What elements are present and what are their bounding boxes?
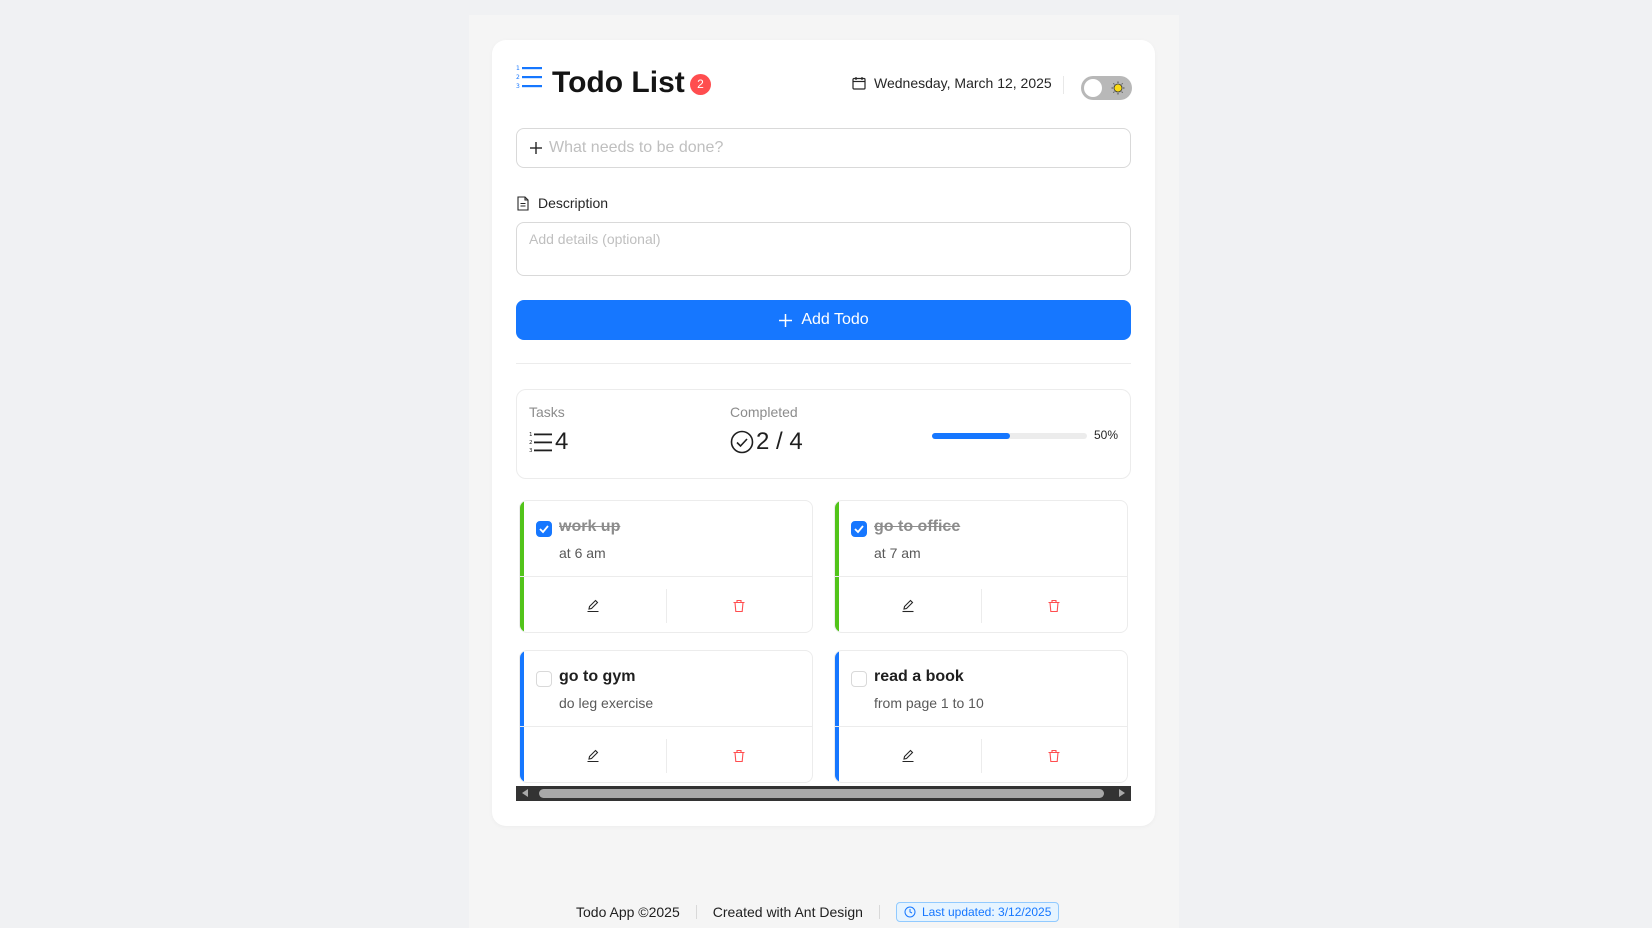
edit-icon: [902, 749, 914, 762]
date-display: Wednesday, March 12, 2025: [852, 75, 1052, 91]
edit-button[interactable]: [835, 727, 981, 782]
theme-toggle[interactable]: [1081, 76, 1132, 100]
delete-button[interactable]: [666, 577, 812, 632]
svg-text:3: 3: [529, 448, 533, 454]
horizontal-scrollbar[interactable]: [516, 786, 1131, 801]
plus-icon: [530, 142, 542, 154]
todo-checkbox[interactable]: [851, 521, 867, 537]
stats-panel: Tasks 1 2 3 4 Completed 2 / 4 50%: [516, 389, 1131, 479]
edit-button[interactable]: [835, 577, 981, 632]
todo-title: go to gym: [559, 668, 636, 685]
todo-actions: [520, 726, 812, 782]
todo-description: at 7 am: [874, 545, 921, 561]
svg-text:1: 1: [516, 65, 520, 72]
description-textarea[interactable]: [516, 222, 1131, 276]
todo-item: work up at 6 am: [519, 500, 813, 633]
todo-checkbox[interactable]: [851, 671, 867, 687]
todo-description: from page 1 to 10: [874, 695, 984, 711]
delete-button[interactable]: [981, 577, 1127, 632]
calendar-icon: [852, 77, 866, 90]
stat-completed-value: 2 / 4: [756, 428, 803, 455]
clock-icon: [904, 906, 916, 918]
stat-completed-label: Completed: [730, 404, 798, 420]
footer-divider: [695, 905, 697, 919]
todo-actions: [835, 726, 1127, 782]
footer-copyright: Todo App ©2025: [576, 904, 680, 920]
edit-button[interactable]: [520, 727, 666, 782]
footer-divider: [878, 905, 880, 919]
description-label: Description: [516, 195, 608, 211]
section-divider: [516, 363, 1131, 364]
footer: Todo App ©2025 Created with Ant Design L…: [576, 902, 1060, 922]
todo-description: do leg exercise: [559, 695, 654, 711]
todo-title: work up: [559, 518, 621, 535]
svg-text:3: 3: [516, 83, 520, 90]
delete-button[interactable]: [666, 727, 812, 782]
add-todo-button[interactable]: Add Todo: [516, 300, 1131, 340]
todo-description: at 6 am: [559, 545, 606, 561]
stat-tasks-label: Tasks: [529, 404, 565, 420]
todo-grid: work up at 6 am go to office at 7 am go …: [519, 500, 1128, 783]
check-icon: [854, 525, 864, 534]
stat-tasks: Tasks 1 2 3 4: [529, 404, 568, 456]
edit-icon: [587, 749, 599, 762]
todo-title-input[interactable]: [549, 139, 1109, 157]
scroll-right-arrow[interactable]: [1119, 789, 1125, 797]
progress-bar: [932, 433, 1087, 439]
todo-item: read a book from page 1 to 10: [834, 650, 1128, 783]
edit-button[interactable]: [520, 577, 666, 632]
todo-actions: [835, 576, 1127, 632]
svg-text:2: 2: [516, 74, 520, 81]
todo-item: go to office at 7 am: [834, 500, 1128, 633]
toggle-knob: [1084, 79, 1102, 97]
scrollbar-thumb[interactable]: [539, 789, 1104, 798]
scroll-left-arrow[interactable]: [522, 789, 528, 797]
todo-checkbox[interactable]: [536, 671, 552, 687]
todo-checkbox[interactable]: [536, 521, 552, 537]
delete-button[interactable]: [981, 727, 1127, 782]
delete-icon: [1048, 749, 1060, 762]
header-divider: [1063, 76, 1064, 94]
svg-text:1: 1: [529, 432, 533, 438]
ordered-list-icon: 1 2 3: [516, 65, 542, 90]
svg-text:2: 2: [529, 440, 533, 446]
progress-percent: 50%: [1094, 428, 1119, 442]
date-text: Wednesday, March 12, 2025: [874, 75, 1052, 91]
sun-icon: [1111, 81, 1125, 95]
todo-card-container: 1 2 3 Todo List 2 Wednesday, March 12, 2…: [492, 40, 1155, 826]
todo-actions: [520, 576, 812, 632]
progress-fill: [932, 433, 1010, 439]
delete-icon: [733, 749, 745, 762]
check-circle-icon: [730, 430, 754, 454]
ordered-list-icon: 1 2 3: [529, 432, 552, 454]
file-text-icon: [517, 195, 529, 211]
delete-icon: [1048, 599, 1060, 612]
last-updated-text: Last updated: 3/12/2025: [921, 905, 1052, 919]
footer-credit: Created with Ant Design: [712, 904, 863, 920]
pending-count-badge: 2: [690, 74, 711, 95]
edit-icon: [587, 599, 599, 612]
check-icon: [539, 525, 549, 534]
delete-icon: [733, 599, 745, 612]
stat-tasks-value: 4: [555, 428, 569, 455]
add-todo-label: Add Todo: [801, 311, 869, 328]
todo-input-wrapper: [516, 128, 1131, 168]
todo-title: go to office: [874, 518, 961, 535]
stat-completed: Completed 2 / 4: [730, 404, 803, 456]
plus-icon: [779, 313, 793, 327]
page-title: Todo List: [552, 66, 685, 99]
description-label-text: Description: [538, 195, 609, 211]
last-updated-tag: Last updated: 3/12/2025: [895, 902, 1060, 922]
edit-icon: [902, 599, 914, 612]
todo-title: read a book: [874, 668, 964, 685]
todo-item: go to gym do leg exercise: [519, 650, 813, 783]
